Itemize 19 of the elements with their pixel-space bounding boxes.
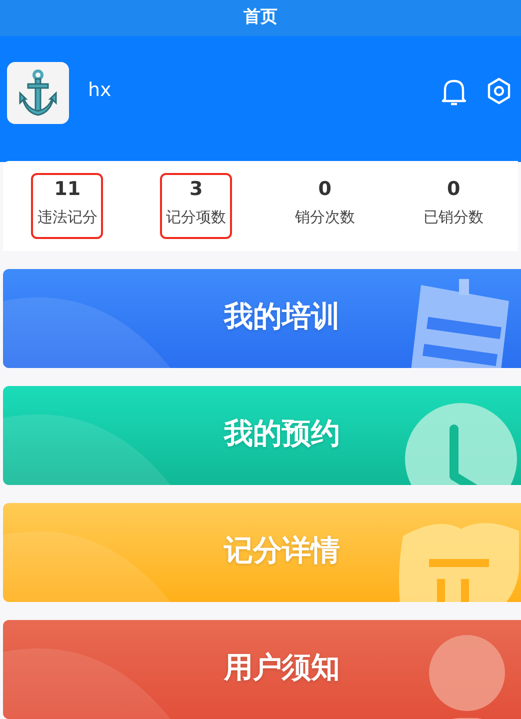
menu-banner[interactable]: 我的预约: [3, 386, 521, 485]
stat-value: 0: [318, 177, 332, 202]
banner-title: 我的培训: [224, 298, 340, 335]
stat-value: 0: [447, 177, 460, 202]
notification-icon[interactable]: [441, 77, 467, 107]
stat-label: 违法记分: [37, 207, 98, 228]
stat-value: 11: [54, 177, 81, 202]
stat-label: 已销分数: [424, 207, 484, 228]
menu-banner[interactable]: 我的培训: [3, 269, 521, 368]
user-name: hx: [88, 78, 112, 103]
menu-banner[interactable]: 用户须知: [3, 620, 521, 719]
banner-title: 记分详情: [224, 532, 340, 569]
window-title: 首页: [244, 6, 278, 30]
stat-label: 记分项数: [166, 207, 226, 228]
banner-title: 用户须知: [224, 648, 340, 686]
stat-value: 3: [190, 177, 203, 202]
settings-icon[interactable]: [487, 77, 511, 105]
banner-title: 我的预约: [224, 414, 340, 452]
stat-label: 销分次数: [294, 207, 355, 228]
